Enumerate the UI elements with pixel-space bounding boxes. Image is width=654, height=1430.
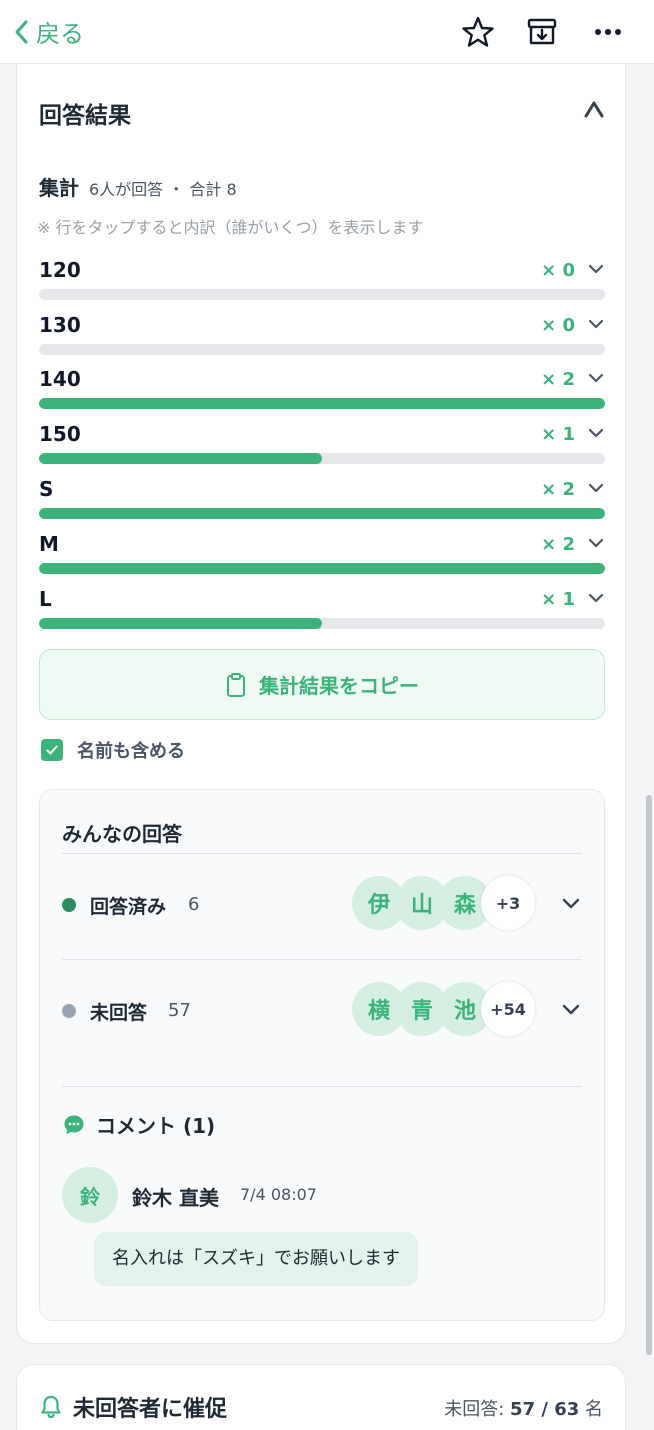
comments-title: コメント (1) [96,1114,216,1138]
option-bar-fill [39,618,322,629]
remind-card[interactable]: 未回答者に催促 未回答: 57 / 63 名 [16,1364,626,1430]
tap-hint-note: ※ 行をタップすると内訳（誰がいくつ）を表示します [37,218,424,237]
chevron-down-icon [588,264,604,274]
chevron-left-icon [15,20,28,43]
option-bar-fill [39,508,605,519]
option-row[interactable]: L × 1 [39,587,605,633]
option-row[interactable]: 130 × 0 [39,313,605,359]
option-label: M [39,532,59,556]
include-names-toggle[interactable]: 名前も含める [41,737,185,763]
star-button[interactable] [460,14,496,50]
divider [62,853,582,854]
comment-avatar: 鈴 [62,1167,118,1223]
remind-stat-label: 未回答: [444,1399,505,1420]
divider [62,959,582,960]
comments-header: コメント (1) [62,1110,215,1139]
option-count: × 2 [541,369,575,390]
unanswered-row[interactable]: 未回答 57 横 青 池 +54 [62,980,582,1040]
chevron-down-icon [588,373,604,383]
chevron-up-icon [584,101,604,118]
option-row[interactable]: 140 × 2 [39,367,605,413]
summary-title: 集計 [39,176,79,200]
option-bar [39,398,605,409]
option-bar [39,508,605,519]
option-count: × 1 [541,589,575,610]
back-button[interactable]: 戻る [12,14,84,49]
back-label: 戻る [36,20,84,48]
chevron-down-icon [588,319,604,329]
scrollbar[interactable] [646,795,652,1355]
option-row[interactable]: 120 × 0 [39,258,605,304]
archive-button[interactable] [524,14,560,50]
responses-panel: みんなの回答 回答済み 6 伊 山 森 +3 未回答 57 横 青 池 +54 [39,789,605,1321]
option-count: × 2 [541,479,575,500]
archive-download-icon [527,18,557,45]
clipboard-icon [227,672,245,697]
option-bar [39,563,605,574]
option-label: 130 [39,313,81,337]
option-bar-fill [39,563,605,574]
star-icon [462,16,494,47]
chat-bubble-icon [64,1115,84,1134]
remind-stat: 未回答: 57 / 63 名 [444,1395,603,1421]
option-bar [39,618,605,629]
check-icon [46,745,58,755]
result-card: 回答結果 集計 6人が回答 ・ 合計 8 ※ 行をタップすると内訳（誰がいくつ）… [16,64,626,1344]
result-title: 回答結果 [39,103,131,129]
unanswered-count: 57 [168,1000,191,1021]
chevron-down-icon [562,1004,580,1015]
remind-title: 未回答者に催促 [73,1397,228,1422]
chevron-down-icon [588,428,604,438]
option-count: × 1 [541,424,575,445]
option-label: L [39,587,52,611]
chevron-down-icon [562,898,580,909]
answered-dot [62,898,76,912]
option-bar [39,453,605,464]
comment-author: 鈴木 直美 [132,1186,219,1210]
option-count: × 0 [541,260,575,281]
option-label: 150 [39,422,81,446]
summary-meta: 6人が回答 ・ 合計 8 [89,180,237,199]
option-label: 140 [39,367,81,391]
option-bar-fill [39,453,322,464]
top-bar: 戻る [0,0,654,64]
chevron-down-icon [588,538,604,548]
copy-result-button[interactable]: 集計結果をコピー [39,649,605,720]
collapse-button[interactable] [583,100,605,122]
bell-icon [41,1395,61,1419]
option-row[interactable]: 150 × 1 [39,422,605,468]
answered-label: 回答済み [90,896,167,918]
more-button[interactable] [590,14,626,50]
remind-stat-value: 57 / 63 [510,1399,580,1420]
option-row[interactable]: M × 2 [39,532,605,578]
option-count: × 2 [541,534,575,555]
remind-header: 未回答者に催促 [39,1391,227,1423]
divider [62,1086,582,1087]
option-label: 120 [39,258,81,282]
unanswered-dot [62,1004,76,1018]
option-bar-fill [39,398,605,409]
option-label: S [39,477,54,501]
copy-result-label: 集計結果をコピー [259,674,419,698]
chevron-down-icon [588,483,604,493]
chevron-down-icon [588,593,604,603]
answered-row[interactable]: 回答済み 6 伊 山 森 +3 [62,874,582,934]
include-names-checkbox[interactable] [41,739,63,761]
more-icon [595,29,621,35]
unanswered-label: 未回答 [90,1002,148,1024]
avatar-more-count: +3 [481,876,535,930]
remind-stat-unit: 名 [585,1399,603,1420]
comment-time: 7/4 08:07 [240,1185,317,1204]
answered-count: 6 [188,894,200,915]
comment-bubble: 名入れは「スズキ」でお願いします [94,1232,418,1286]
option-count: × 0 [541,315,575,336]
include-names-label: 名前も含める [77,741,185,762]
summary-header: 集計 6人が回答 ・ 合計 8 [39,172,237,201]
avatar-more-count: +54 [481,982,535,1036]
option-bar [39,344,605,355]
responses-title: みんなの回答 [62,822,182,846]
option-bar [39,289,605,300]
option-row[interactable]: S × 2 [39,477,605,523]
